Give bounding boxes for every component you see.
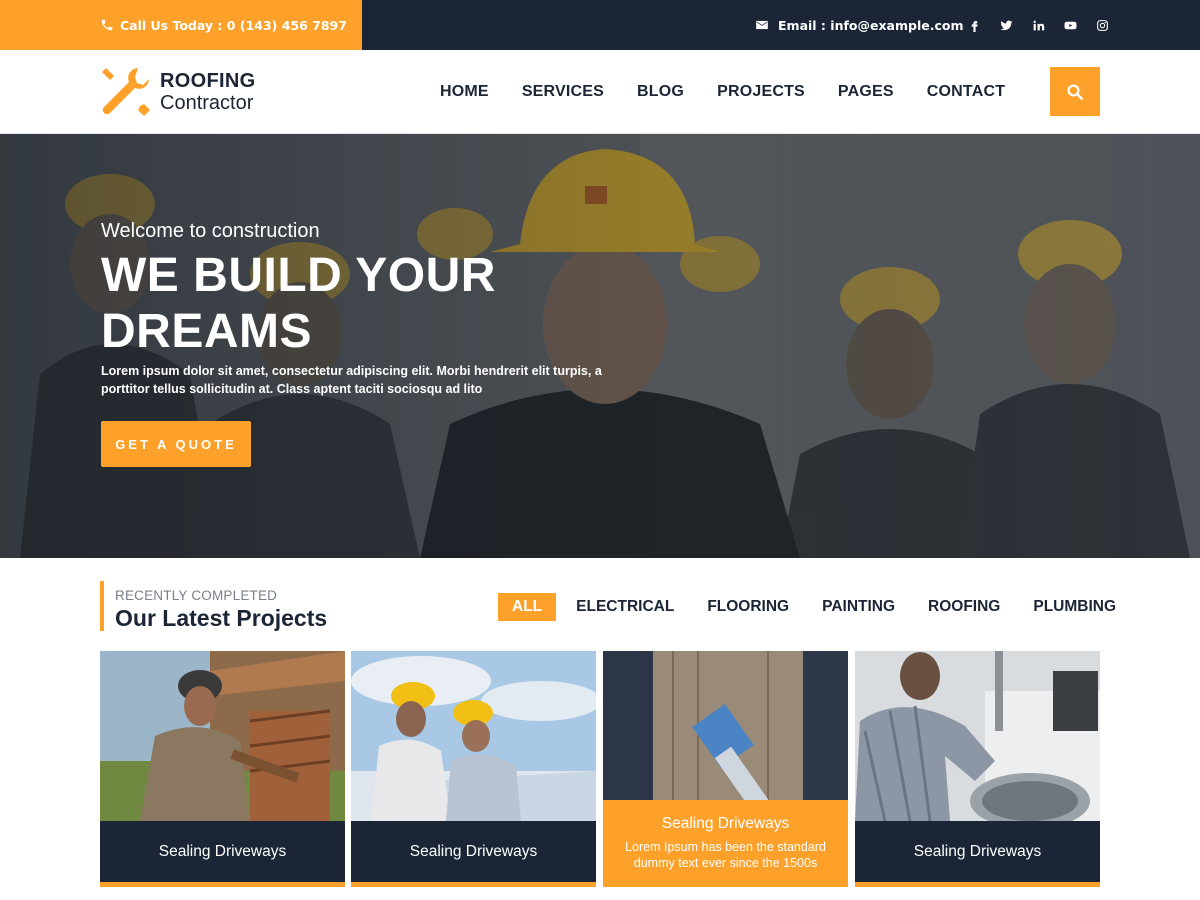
filter-flooring[interactable]: FLOORING (707, 593, 789, 621)
call-us-block[interactable]: Call Us Today : 0 (143) 456 7897 (0, 0, 362, 50)
top-bar: Call Us Today : 0 (143) 456 7897 Email :… (0, 0, 1200, 50)
logo-line-1: ROOFING (160, 70, 256, 92)
hero-title-line-2: DREAMS (101, 305, 313, 358)
card-accent-bar (100, 882, 345, 887)
twitter-icon[interactable] (990, 15, 1022, 35)
project-card-title: Sealing Driveways (351, 821, 596, 882)
email-block[interactable]: Email : info@example.com (755, 0, 963, 50)
project-card-title: Sealing Driveways (100, 821, 345, 882)
project-card[interactable]: Sealing Driveways (855, 651, 1100, 887)
get-quote-button[interactable]: GET A QUOTE (101, 421, 251, 467)
project-image-painting (603, 651, 848, 821)
filter-roofing[interactable]: ROOFING (928, 593, 1000, 621)
linkedin-icon[interactable] (1022, 15, 1054, 35)
hero-title-line-1: WE BUILD YOUR (101, 249, 496, 302)
card-accent-bar (351, 882, 596, 887)
project-card-title: Sealing Driveways (661, 815, 790, 832)
project-card-title: Sealing Driveways (855, 821, 1100, 882)
call-label: Call Us Today : (120, 17, 223, 33)
tools-logo-icon (102, 68, 150, 116)
hero-welcome-text: Welcome to construction (101, 220, 320, 242)
hero-banner: Welcome to construction WE BUILD YOUR DR… (0, 134, 1200, 558)
search-icon (1067, 84, 1083, 100)
search-button[interactable] (1050, 67, 1100, 116)
project-card[interactable]: Sealing Driveways (351, 651, 596, 887)
social-links (958, 0, 1118, 50)
nav-pages[interactable]: PAGES (838, 83, 894, 101)
project-card-active[interactable]: Sealing Driveways Lorem Ipsum has been t… (603, 651, 848, 887)
phone-number[interactable]: 0 (143) 456 7897 (227, 18, 347, 33)
project-card-description: Lorem Ipsum has been the standard dummy … (625, 840, 826, 870)
projects-heading: RECENTLY COMPLETED Our Latest Projects (100, 581, 327, 631)
facebook-icon[interactable] (958, 15, 990, 35)
project-image-plumber (855, 651, 1100, 821)
card-accent-bar (855, 882, 1100, 887)
instagram-icon[interactable] (1086, 15, 1118, 35)
project-card[interactable]: Sealing Driveways (100, 651, 345, 887)
filter-all[interactable]: ALL (498, 593, 557, 621)
envelope-icon (756, 20, 768, 30)
filter-plumbing[interactable]: PLUMBING (1033, 593, 1116, 621)
hero-title: WE BUILD YOUR DREAMS (101, 248, 621, 360)
email-label: Email : (778, 17, 826, 33)
project-card-overlay: Sealing Driveways Lorem Ipsum has been t… (603, 800, 848, 887)
projects-title: Our Latest Projects (115, 605, 328, 631)
nav-blog[interactable]: BLOG (637, 83, 684, 101)
nav-home[interactable]: HOME (440, 83, 489, 101)
project-image-solar-workers (351, 651, 596, 821)
logo-line-2: Contractor (160, 92, 254, 114)
filter-painting[interactable]: PAINTING (822, 593, 895, 621)
projects-subtitle: RECENTLY COMPLETED (115, 588, 278, 603)
nav-services[interactable]: SERVICES (522, 83, 604, 101)
nav-contact[interactable]: CONTACT (927, 83, 1005, 101)
main-nav: HOME SERVICES BLOG PROJECTS PAGES CONTAC… (440, 50, 1038, 134)
site-logo[interactable]: ROOFING Contractor (100, 66, 255, 118)
hero-description: Lorem ipsum dolor sit amet, consectetur … (101, 364, 602, 396)
project-filters: ALL ELECTRICAL FLOORING PAINTING ROOFING… (498, 593, 1116, 621)
main-header: ROOFING Contractor HOME SERVICES BLOG PR… (0, 50, 1200, 134)
filter-electrical[interactable]: ELECTRICAL (576, 593, 674, 621)
phone-icon (101, 19, 113, 31)
youtube-icon[interactable] (1054, 15, 1086, 35)
nav-projects[interactable]: PROJECTS (717, 83, 805, 101)
email-address[interactable]: info@example.com (830, 18, 963, 33)
project-cards: Sealing Driveways Sealing Driveways Seal… (100, 651, 1100, 887)
project-image-carpenter (100, 651, 345, 821)
